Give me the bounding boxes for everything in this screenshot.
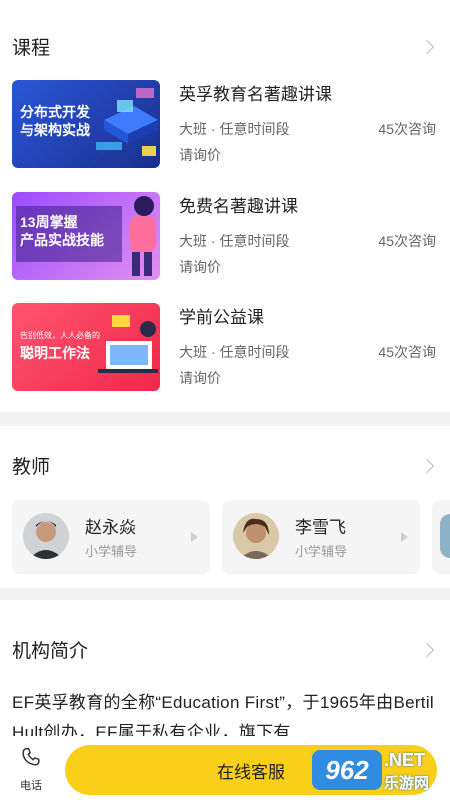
course-thumbnail: 告别低效，人人必备的 聪明工作法 xyxy=(12,303,160,391)
teachers-section: 教师 赵永焱 小学辅导 李雪飞 小学辅导 xyxy=(0,426,450,588)
play-icon xyxy=(401,532,408,542)
watermark-net: .NET xyxy=(384,750,426,770)
course-price: 请询价 xyxy=(179,370,221,386)
thumbnail-caption: 13周掌握 产品实战技能 xyxy=(20,214,104,248)
courses-header[interactable]: 课程 xyxy=(12,33,436,60)
watermark-logo: 962 .NET 乐游网 xyxy=(312,748,442,796)
courses-title: 课程 xyxy=(12,38,51,59)
course-price: 请询价 xyxy=(179,259,221,275)
consult-count: 45次咨询 xyxy=(378,233,436,249)
course-thumbnail: 分布式开发 与架构实战 xyxy=(12,80,160,168)
course-item[interactable]: 分布式开发 与架构实战 英孚教育名著趣讲课 大班 · 任意时间段 45次咨询 请询… xyxy=(12,80,438,168)
course-title: 学前公益课 xyxy=(179,308,264,327)
teacher-card-partial[interactable] xyxy=(432,500,450,574)
chevron-right-icon[interactable] xyxy=(419,39,435,54)
course-price: 请询价 xyxy=(179,147,221,163)
intro-title: 机构简介 xyxy=(12,641,89,662)
teacher-name: 李雪飞 xyxy=(295,518,346,537)
teacher-card[interactable]: 赵永焱 小学辅导 xyxy=(12,500,210,574)
teacher-photo xyxy=(23,513,69,559)
play-icon xyxy=(191,532,198,542)
courses-section: 课程 分布式开发 与架构实战 英孚教育名著趣讲课 大班 · 任意时间段 45次咨询… xyxy=(0,0,450,412)
thumbnail-caption: 分布式开发 与架构实战 xyxy=(20,104,90,138)
course-item[interactable]: 告别低效，人人必备的 聪明工作法 学前公益课 大班 · 任意时间段 45次咨询 … xyxy=(12,303,438,391)
teacher-name: 赵永焱 xyxy=(85,518,136,537)
course-meta: 大班 · 任意时间段 xyxy=(179,121,290,137)
intro-header[interactable]: 机构简介 xyxy=(12,636,436,663)
online-service-label: 在线客服 xyxy=(217,762,285,782)
phone-label: 电话 xyxy=(20,780,42,792)
course-meta: 大班 · 任意时间段 xyxy=(179,344,290,360)
chevron-right-icon[interactable] xyxy=(419,642,435,657)
teacher-role: 小学辅导 xyxy=(85,544,138,559)
thumbnail-caption: 聪明工作法 xyxy=(20,345,90,361)
avatar xyxy=(440,514,450,558)
course-thumbnail: 13周掌握 产品实战技能 xyxy=(12,192,160,280)
course-item[interactable]: 13周掌握 产品实战技能 免费名著趣讲课 大班 · 任意时间段 45次咨询 请询价 xyxy=(12,192,438,280)
course-title: 英孚教育名著趣讲课 xyxy=(179,85,332,104)
teachers-header[interactable]: 教师 xyxy=(12,452,436,479)
watermark-962: 962 xyxy=(312,750,382,790)
bottom-action-bar: 电话 在线客服 962 .NET 乐游网 xyxy=(0,736,450,800)
teachers-title: 教师 xyxy=(12,457,51,478)
avatar xyxy=(233,513,279,559)
phone-icon xyxy=(22,748,40,766)
teacher-card[interactable]: 李雪飞 小学辅导 xyxy=(222,500,420,574)
watermark-cn: 乐游网 xyxy=(384,775,430,792)
teacher-role: 小学辅导 xyxy=(295,544,348,559)
chevron-right-icon[interactable] xyxy=(419,458,435,473)
course-meta: 大班 · 任意时间段 xyxy=(179,233,290,249)
avatar xyxy=(23,513,69,559)
teacher-photo xyxy=(233,513,279,559)
phone-button[interactable]: 电话 xyxy=(10,746,52,793)
course-title: 免费名著趣讲课 xyxy=(179,197,298,216)
consult-count: 45次咨询 xyxy=(378,344,436,360)
consult-count: 45次咨询 xyxy=(378,121,436,137)
thumbnail-subcaption: 告别低效，人人必备的 xyxy=(20,331,100,340)
